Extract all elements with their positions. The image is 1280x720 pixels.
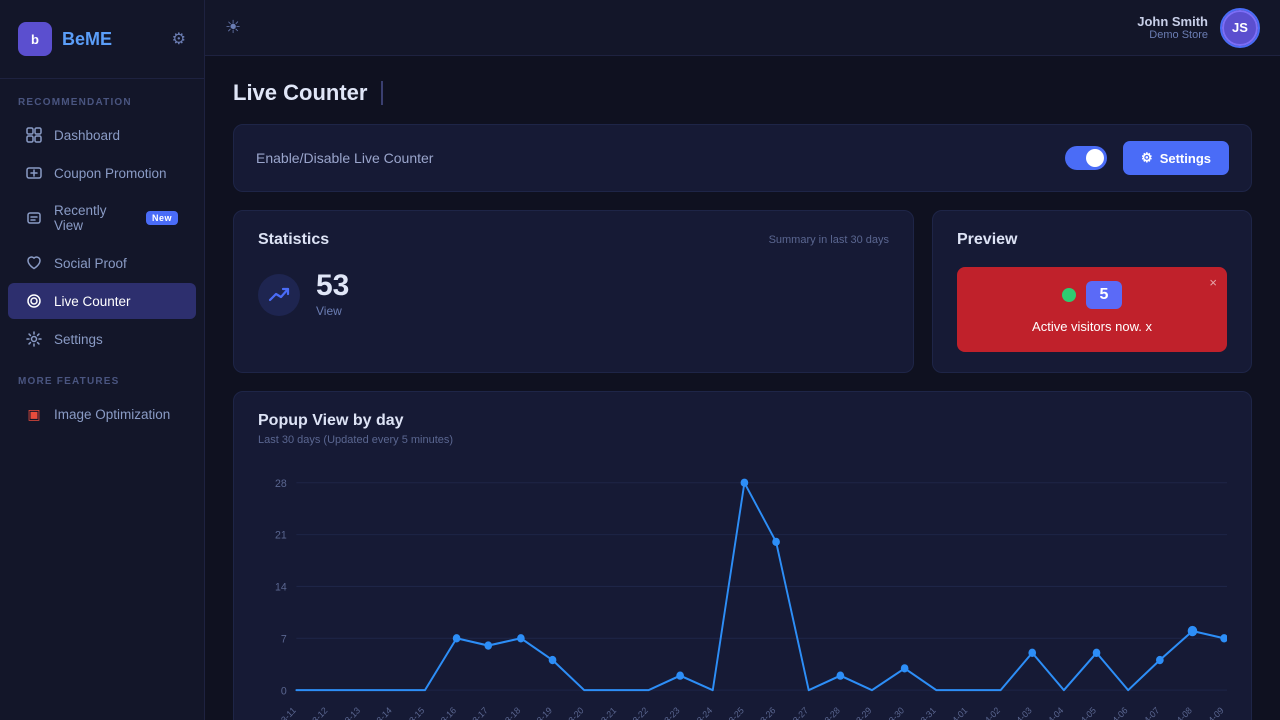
avatar: JS bbox=[1222, 10, 1258, 46]
preview-active-dot bbox=[1062, 288, 1076, 302]
settings-btn-icon: ⚙ bbox=[1141, 150, 1153, 166]
svg-text:2022-04-05: 2022-04-05 bbox=[1060, 705, 1098, 720]
chart-title: Popup View by day bbox=[258, 412, 1227, 430]
chart-subtitle: Last 30 days (Updated every 5 minutes) bbox=[258, 434, 1227, 446]
settings-button[interactable]: ⚙ Settings bbox=[1123, 141, 1229, 175]
topbar-user-store: Demo Store bbox=[1137, 29, 1208, 41]
stats-label: View bbox=[316, 304, 349, 318]
sidebar-item-live-counter[interactable]: Live Counter bbox=[8, 283, 196, 319]
preview-close-icon[interactable]: × bbox=[1209, 275, 1217, 290]
settings-nav-icon bbox=[26, 331, 42, 347]
stats-card-header: Statistics Summary in last 30 days bbox=[258, 231, 889, 249]
avatar-ring: JS bbox=[1220, 8, 1260, 48]
avatar-initials: JS bbox=[1232, 20, 1248, 35]
sidebar-item-social-proof-label: Social Proof bbox=[54, 256, 127, 271]
brand-name: BeME bbox=[62, 29, 112, 50]
chart-card: Popup View by day Last 30 days (Updated … bbox=[233, 391, 1252, 720]
sidebar-item-dashboard[interactable]: Dashboard bbox=[8, 117, 196, 153]
sidebar-item-recently-view-label: Recently View bbox=[54, 203, 130, 233]
topbar-user: John Smith Demo Store JS bbox=[1137, 8, 1260, 48]
chart-svg: 28 21 14 7 0 bbox=[258, 462, 1227, 720]
stats-metric: 53 View bbox=[258, 271, 889, 318]
svg-text:2022-03-11: 2022-03-11 bbox=[260, 705, 298, 720]
chart-area: 28 21 14 7 0 bbox=[258, 462, 1227, 720]
stats-preview-row: Statistics Summary in last 30 days 53 Vi… bbox=[233, 210, 1252, 373]
sidebar-item-settings-label: Settings bbox=[54, 332, 103, 347]
preview-popup-row: 5 bbox=[1062, 281, 1123, 309]
sidebar-item-image-optimization[interactable]: ▣ Image Optimization bbox=[8, 396, 196, 432]
sidebar-item-recently-view[interactable]: Recently View New bbox=[8, 193, 196, 243]
svg-text:14: 14 bbox=[275, 581, 287, 593]
dashboard-icon bbox=[26, 127, 42, 143]
stats-value: 53 bbox=[316, 271, 349, 301]
sidebar-item-image-optimization-label: Image Optimization bbox=[54, 407, 170, 422]
main-content: ☀ John Smith Demo Store JS Live Counter … bbox=[205, 0, 1280, 720]
toggle-label: Enable/Disable Live Counter bbox=[256, 150, 433, 166]
live-counter-icon bbox=[26, 293, 42, 309]
sidebar-item-social-proof[interactable]: Social Proof bbox=[8, 245, 196, 281]
preview-card: Preview × 5 Active visitors now. x bbox=[932, 210, 1252, 373]
settings-btn-label: Settings bbox=[1160, 151, 1211, 166]
page-content: Live Counter Enable/Disable Live Counter… bbox=[205, 56, 1280, 720]
svg-text:2022-03-27: 2022-03-27 bbox=[772, 705, 810, 720]
svg-text:2022-03-15: 2022-03-15 bbox=[388, 705, 426, 720]
preview-number-badge: 5 bbox=[1086, 281, 1123, 309]
svg-text:7: 7 bbox=[281, 633, 287, 645]
preview-popup: × 5 Active visitors now. x bbox=[957, 267, 1227, 352]
sidebar-item-live-counter-label: Live Counter bbox=[54, 294, 131, 309]
recently-view-icon bbox=[26, 210, 42, 226]
coupon-icon bbox=[26, 165, 42, 181]
stats-numbers: 53 View bbox=[316, 271, 349, 318]
sidebar: b BeME ⚙ RECOMMENDATION Dashboard Coupon… bbox=[0, 0, 205, 720]
more-features-label: MORE FEATURES bbox=[0, 358, 204, 395]
svg-text:2022-03-18: 2022-03-18 bbox=[484, 705, 522, 720]
trend-icon bbox=[258, 274, 300, 316]
sidebar-item-coupon-promotion[interactable]: Coupon Promotion bbox=[8, 155, 196, 191]
social-proof-icon bbox=[26, 255, 42, 271]
preview-popup-text: Active visitors now. x bbox=[1032, 319, 1152, 334]
sidebar-gear-icon[interactable]: ⚙ bbox=[172, 29, 186, 49]
live-counter-toggle[interactable] bbox=[1065, 146, 1107, 170]
preview-title: Preview bbox=[957, 231, 1227, 249]
svg-text:2022-04-08: 2022-04-08 bbox=[1156, 705, 1194, 720]
sidebar-item-dashboard-label: Dashboard bbox=[54, 128, 120, 143]
svg-text:2022-03-13: 2022-03-13 bbox=[324, 705, 362, 720]
svg-text:2022-03-30: 2022-03-30 bbox=[868, 705, 906, 720]
topbar-user-name: John Smith bbox=[1137, 14, 1208, 29]
svg-text:2022-04-02: 2022-04-02 bbox=[964, 705, 1002, 720]
statistics-card: Statistics Summary in last 30 days 53 Vi… bbox=[233, 210, 914, 373]
page-title-divider bbox=[381, 81, 383, 105]
logo-icon: b bbox=[18, 22, 52, 56]
theme-toggle-icon[interactable]: ☀ bbox=[225, 17, 241, 38]
topbar: ☀ John Smith Demo Store JS bbox=[205, 0, 1280, 56]
svg-text:2022-03-24: 2022-03-24 bbox=[676, 705, 714, 720]
toggle-card: Enable/Disable Live Counter ⚙ Settings bbox=[233, 124, 1252, 192]
topbar-user-info: John Smith Demo Store bbox=[1137, 14, 1208, 41]
page-header: Live Counter bbox=[233, 80, 1252, 106]
stats-title: Statistics bbox=[258, 231, 329, 249]
svg-text:21: 21 bbox=[275, 529, 287, 541]
sidebar-item-coupon-label: Coupon Promotion bbox=[54, 166, 167, 181]
toggle-row: ⚙ Settings bbox=[1065, 141, 1229, 175]
svg-text:2022-03-21: 2022-03-21 bbox=[580, 705, 618, 720]
svg-text:0: 0 bbox=[281, 685, 287, 697]
image-optimization-icon: ▣ bbox=[26, 406, 42, 422]
svg-text:28: 28 bbox=[275, 478, 287, 490]
recently-view-badge: New bbox=[146, 211, 178, 225]
page-title: Live Counter bbox=[233, 80, 367, 106]
sidebar-item-settings[interactable]: Settings bbox=[8, 321, 196, 357]
stats-summary: Summary in last 30 days bbox=[769, 234, 889, 246]
recommendation-section-label: RECOMMENDATION bbox=[0, 79, 204, 116]
sidebar-logo-area: b BeME ⚙ bbox=[0, 0, 204, 79]
